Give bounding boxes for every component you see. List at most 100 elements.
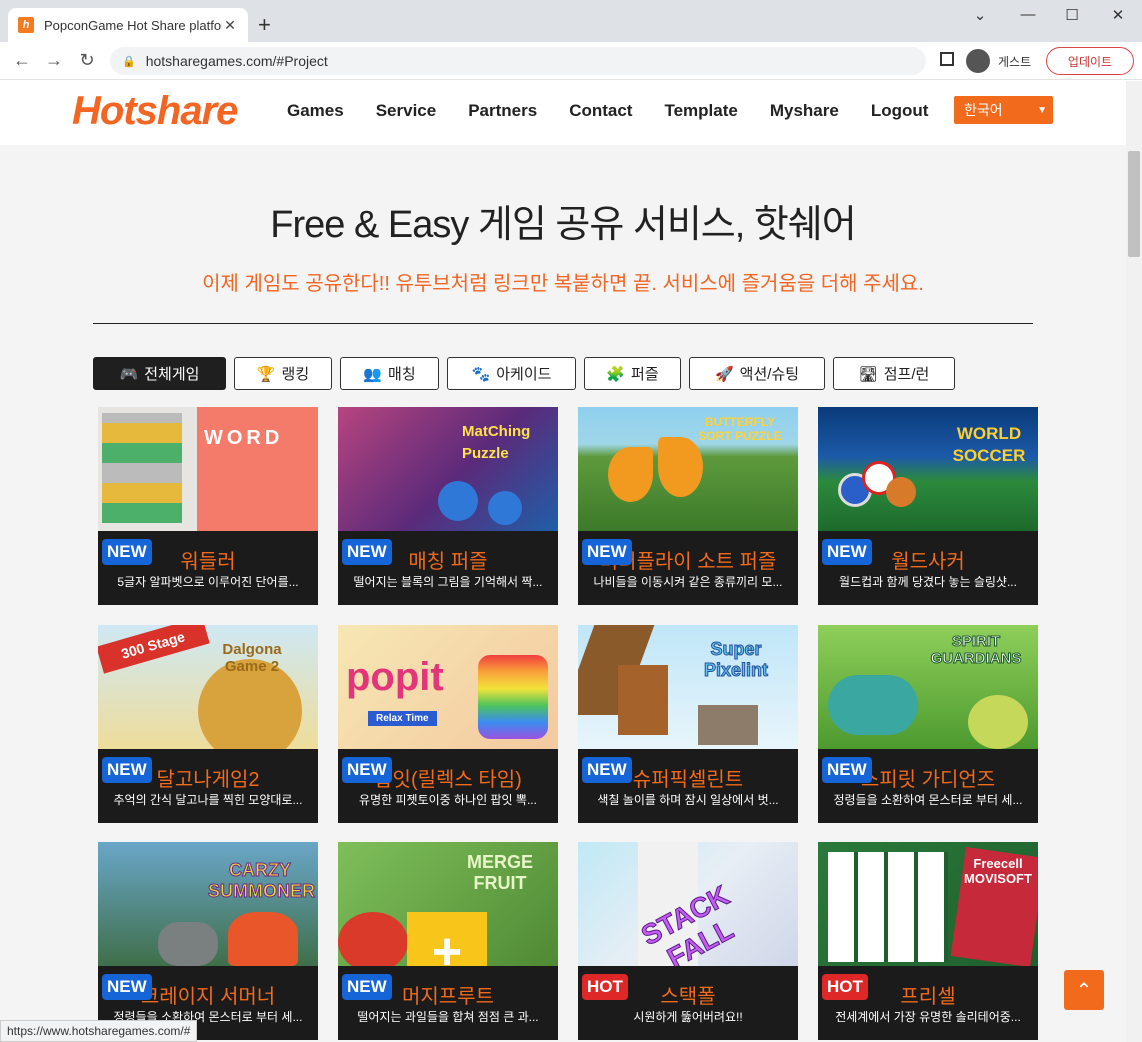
menu-games[interactable]: Games	[287, 101, 344, 121]
new-tab-icon[interactable]: +	[258, 12, 271, 38]
menu-contact[interactable]: Contact	[569, 101, 632, 121]
language-value: 한국어	[964, 102, 1003, 118]
hot-badge: HOT	[582, 974, 628, 1000]
scrollbar-thumb[interactable]	[1128, 151, 1140, 257]
game-card-super-pixelint[interactable]: Super Pixelint 슈퍼픽셀린트 NEW 색칠 놀이를 하며 잠시 일…	[578, 625, 798, 823]
avatar-icon	[966, 49, 990, 73]
road-icon: 🛣	[858, 365, 878, 383]
game-card-popit[interactable]: popit Relax Time 팝잇(릴렉스 타임) NEW 유명한 피젯토이…	[338, 625, 558, 823]
game-description: 유명한 피젯토이중 하나인 팝잇 뽁...	[359, 793, 537, 807]
scroll-to-top-button[interactable]: ⌃	[1064, 970, 1104, 1010]
thumb-text: MatChing Puzzle	[462, 423, 531, 462]
filter-action-shooting[interactable]: 🚀 액션/슈팅	[689, 357, 825, 390]
game-card-matching-puzzle[interactable]: MatChing Puzzle 매칭 퍼즐 NEW 떨어지는 블록의 그림을 기…	[338, 407, 558, 605]
filter-label: 퍼즐	[631, 366, 659, 383]
new-badge: NEW	[822, 757, 872, 783]
menu-myshare[interactable]: Myshare	[770, 101, 839, 121]
game-thumbnail: WORLD SOCCER	[818, 407, 1038, 531]
new-badge: NEW	[822, 539, 872, 565]
new-badge: NEW	[342, 757, 392, 783]
language-select[interactable]: 한국어 ▼	[954, 96, 1053, 124]
tab-title: PopconGame Hot Share platform	[44, 17, 222, 33]
tab-search-icon[interactable]: ⌄	[960, 6, 1000, 26]
game-description: 정령들을 소환하여 몬스터로 부터 세...	[833, 793, 1023, 807]
forward-icon[interactable]: →	[42, 50, 66, 71]
filter-puzzle[interactable]: 🧩 퍼즐	[584, 357, 681, 390]
game-description: 시원하게 뚫어버려요!!	[633, 1010, 743, 1024]
new-badge: NEW	[102, 757, 152, 783]
thumb-text: Freecell MOVISOFT	[964, 856, 1032, 886]
status-bar-url: https://www.hotsharegames.com/#	[0, 1020, 198, 1042]
close-window-icon[interactable]: ✕	[1098, 6, 1138, 26]
close-tab-icon[interactable]: ✕	[222, 17, 238, 34]
chevron-up-icon: ⌃	[1075, 979, 1093, 1002]
reload-icon[interactable]: ↻	[75, 50, 99, 71]
game-card-world-soccer[interactable]: WORLD SOCCER 월드사커 NEW 월드컵과 함께 당겼다 놓는 슬링샷…	[818, 407, 1038, 605]
hotshare-logo[interactable]: Hotshare	[72, 89, 238, 134]
game-description: 나비들을 이동시켜 같은 종류끼리 모...	[593, 575, 783, 589]
rocket-icon: 🚀	[714, 365, 734, 383]
menu-template[interactable]: Template	[664, 101, 737, 121]
filter-label: 액션/슈팅	[739, 366, 800, 383]
game-thumbnail: Super Pixelint	[578, 625, 798, 749]
address-bar-row: ← → ↻ 🔒 hotsharegames.com/#Project 게스트 업…	[0, 42, 1142, 80]
browser-tab-strip: h PopconGame Hot Share platform ✕ + ⌄ — …	[0, 0, 1142, 42]
filter-arcade[interactable]: 🐾 아케이드	[447, 357, 576, 390]
game-thumbnail: BUTTERFLY SORT PUZZLE	[578, 407, 798, 531]
menu-logout[interactable]: Logout	[871, 101, 929, 121]
update-button[interactable]: 업데이트	[1046, 47, 1134, 75]
game-thumbnail: MatChing Puzzle	[338, 407, 558, 531]
game-card-wordler[interactable]: WORD 워들러 NEW 5글자 알파벳으로 이루어진 단어를...	[98, 407, 318, 605]
browser-tab[interactable]: h PopconGame Hot Share platform ✕	[8, 8, 248, 42]
maximize-icon[interactable]: ☐	[1052, 6, 1092, 26]
divider	[93, 323, 1033, 324]
thumb-text: SPIRIT GUARDIANS	[930, 633, 1022, 668]
new-badge: NEW	[582, 539, 632, 565]
filter-all-games[interactable]: 🎮 전체게임	[93, 357, 226, 390]
filter-jump-run[interactable]: 🛣 점프/런	[833, 357, 955, 390]
menu-partners[interactable]: Partners	[468, 101, 537, 121]
game-thumbnail: Freecell MOVISOFT	[818, 842, 1038, 966]
page-scrollbar[interactable]	[1126, 81, 1142, 1042]
back-icon[interactable]: ←	[10, 50, 34, 71]
game-description: 떨어지는 블록의 그림을 기억해서 짝...	[353, 575, 543, 589]
side-panel-icon[interactable]	[940, 52, 954, 66]
game-thumbnail: SPIRIT GUARDIANS	[818, 625, 1038, 749]
game-description: 떨어지는 과일들을 합쳐 점점 큰 과...	[357, 1010, 539, 1024]
hero-subtitle: 이제 게임도 공유한다!! 유투브처럼 링크만 복붙하면 끝. 서비스에 즐거움…	[202, 273, 924, 295]
game-description: 월드컵과 함께 당겼다 놓는 슬링샷...	[839, 575, 1017, 589]
chevron-down-icon: ▼	[1037, 104, 1047, 116]
game-card-freecell[interactable]: Freecell MOVISOFT 프리셀 HOT 전세계에서 가장 유명한 솔…	[818, 842, 1038, 1040]
main-menu: Games Service Partners Contact Template …	[287, 101, 928, 121]
thumb-text: Dalgona Game 2	[222, 641, 282, 675]
game-card-spirit-guardians[interactable]: SPIRIT GUARDIANS 스피릿 가디언즈 NEW 정령들을 소환하여 …	[818, 625, 1038, 823]
thumb-text: WORD	[204, 427, 284, 449]
profile-button[interactable]: 게스트	[966, 47, 1031, 75]
filter-label: 점프/런	[883, 366, 930, 383]
thumb-text: Relax Time	[368, 711, 437, 726]
trophy-icon: 🏆	[256, 365, 276, 383]
new-badge: NEW	[342, 539, 392, 565]
puzzle-icon: 🧩	[606, 365, 626, 383]
url-input[interactable]: 🔒 hotsharegames.com/#Project	[110, 47, 926, 75]
filter-matching[interactable]: 👥 매칭	[340, 357, 439, 390]
thumb-text: WORLD SOCCER	[952, 424, 1026, 465]
minimize-icon[interactable]: —	[1008, 6, 1048, 26]
menu-service[interactable]: Service	[376, 101, 437, 121]
game-card-stack-fall[interactable]: STACK FALL 스택폴 HOT 시원하게 뚫어버려요!!	[578, 842, 798, 1040]
game-description: 전세계에서 가장 유명한 솔리테어중...	[835, 1010, 1021, 1024]
new-badge: NEW	[342, 974, 392, 1000]
game-card-butterfly-sort[interactable]: BUTTERFLY SORT PUZZLE 버터플라이 소트 퍼즐 NEW 나비…	[578, 407, 798, 605]
thumb-text: popit	[346, 655, 444, 699]
users-icon: 👥	[363, 365, 383, 383]
filter-ranking[interactable]: 🏆 랭킹	[234, 357, 332, 390]
game-card-merge-fruit[interactable]: MERGE FRUIT + 머지프루트 NEW 떨어지는 과일들을 합쳐 점점 …	[338, 842, 558, 1040]
game-thumbnail: CARZY SUMMONER	[98, 842, 318, 966]
gamepad-icon: 🎮	[119, 365, 139, 383]
game-card-crazy-summoner[interactable]: CARZY SUMMONER 크레이지 서머너 NEW 정령들을 소환하여 몬스…	[98, 842, 318, 1040]
game-thumbnail: 300 Stage Dalgona Game 2	[98, 625, 318, 749]
game-thumbnail: WORD	[98, 407, 318, 531]
plus-icon[interactable]: +	[407, 912, 487, 966]
game-card-dalgona-2[interactable]: 300 Stage Dalgona Game 2 달고나게임2 NEW 추억의 …	[98, 625, 318, 823]
hot-badge: HOT	[822, 974, 868, 1000]
